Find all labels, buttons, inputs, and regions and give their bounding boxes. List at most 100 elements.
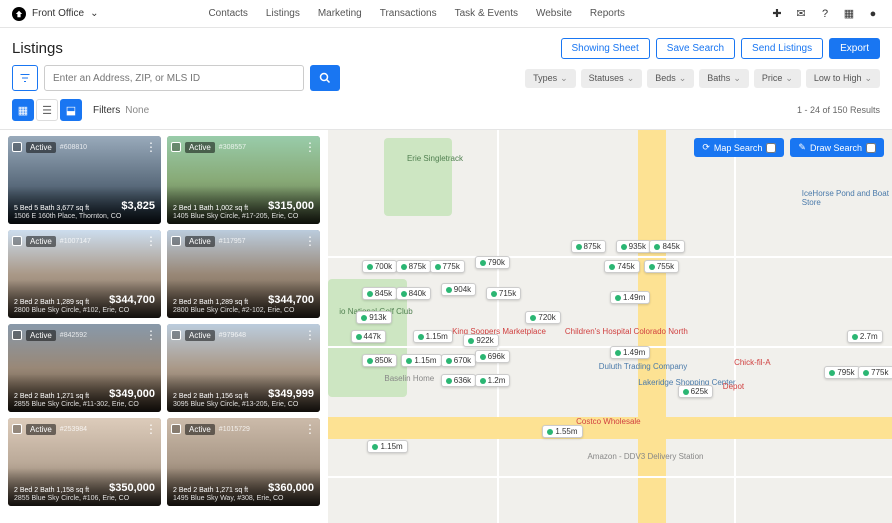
map-price-pin[interactable]: 795k	[824, 366, 859, 379]
map-price-pin[interactable]: 913k	[356, 311, 391, 324]
export-button[interactable]: Export	[829, 38, 880, 59]
map-price-pin[interactable]: 875k	[571, 240, 606, 253]
card-top: Active#117957⋮	[171, 234, 316, 248]
pill-beds[interactable]: Beds	[647, 69, 694, 88]
card-menu-icon[interactable]: ⋮	[304, 422, 316, 436]
card-checkbox[interactable]	[12, 236, 22, 246]
view-map-button[interactable]: ⬓	[60, 99, 82, 121]
draw-search-toggle[interactable]: ✎ Draw Search	[790, 138, 884, 157]
card-checkbox[interactable]	[171, 236, 181, 246]
card-menu-icon[interactable]: ⋮	[304, 328, 316, 342]
map-price-pin[interactable]: 696k	[475, 350, 510, 363]
card-menu-icon[interactable]: ⋮	[145, 140, 157, 154]
map-price-pin[interactable]: 875k	[396, 260, 431, 273]
map-price-pin[interactable]: 1.55m	[542, 425, 582, 438]
map-price-pin[interactable]: 745k	[604, 260, 639, 273]
map-price-pin[interactable]: 1.15m	[401, 354, 441, 367]
map-price-pin[interactable]: 1.49m	[610, 291, 650, 304]
listing-card[interactable]: Active#117957⋮2 Bed 2 Bath 1,289 sq ft$3…	[167, 230, 320, 318]
nav-contacts[interactable]: Contacts	[208, 8, 247, 19]
listing-card[interactable]: Active#979648⋮2 Bed 2 Bath 1,156 sq ft$3…	[167, 324, 320, 412]
pill-baths[interactable]: Baths	[699, 69, 749, 88]
nav-transactions[interactable]: Transactions	[380, 8, 437, 19]
nav-website[interactable]: Website	[536, 8, 572, 19]
showing-sheet-button[interactable]: Showing Sheet	[561, 38, 650, 59]
map-price-pin[interactable]: 2.7m	[847, 330, 883, 343]
pill-sort[interactable]: Low to High	[806, 69, 880, 88]
card-price: $3,825	[121, 200, 155, 212]
map-price-pin[interactable]: 850k	[362, 354, 397, 367]
user-icon[interactable]: ●	[866, 7, 880, 21]
map-price-pin[interactable]: 700k	[362, 260, 397, 273]
brand-selector[interactable]: Front Office ⌄	[12, 7, 98, 21]
map-price-pin[interactable]: 845k	[362, 287, 397, 300]
map-price-pin[interactable]: 775k	[858, 366, 892, 379]
listing-card[interactable]: Active#842592⋮2 Bed 2 Bath 1,271 sq ft$3…	[8, 324, 161, 412]
map-price-pin[interactable]: 845k	[649, 240, 684, 253]
draw-search-checkbox[interactable]	[866, 143, 876, 153]
save-search-button[interactable]: Save Search	[656, 38, 735, 59]
listing-card[interactable]: Active#253984⋮2 Bed 2 Bath 1,158 sq ft$3…	[8, 418, 161, 506]
card-menu-icon[interactable]: ⋮	[145, 234, 157, 248]
card-top: Active#608810⋮	[12, 140, 157, 154]
pill-price[interactable]: Price	[754, 69, 801, 88]
nav-marketing[interactable]: Marketing	[318, 8, 362, 19]
map-price-pin[interactable]: 755k	[644, 260, 679, 273]
card-id: #842592	[60, 332, 87, 339]
map-price-pin[interactable]: 670k	[441, 354, 476, 367]
listing-card[interactable]: Active#1007147⋮2 Bed 2 Bath 1,289 sq ft$…	[8, 230, 161, 318]
search-input[interactable]	[44, 65, 304, 91]
card-checkbox[interactable]	[12, 330, 22, 340]
map-price-pin[interactable]: 1.2m	[475, 374, 511, 387]
card-menu-icon[interactable]: ⋮	[145, 328, 157, 342]
apps-icon[interactable]: ▦	[842, 7, 856, 21]
map-price-pin[interactable]: 1.49m	[610, 346, 650, 359]
map-price-pin[interactable]: 922k	[463, 334, 498, 347]
listing-card[interactable]: Active#608810⋮5 Bed 5 Bath 3,677 sq ft$3…	[8, 136, 161, 224]
map-poi-label: Costco Wholesale	[576, 417, 640, 426]
map-price-pin[interactable]: 1.15m	[367, 440, 407, 453]
pill-statuses[interactable]: Statuses	[581, 69, 643, 88]
map-price-pin[interactable]: 904k	[441, 283, 476, 296]
nav-listings[interactable]: Listings	[266, 8, 300, 19]
pill-types[interactable]: Types	[525, 69, 576, 88]
listing-card[interactable]: Active#1015729⋮2 Bed 2 Bath 1,271 sq ft$…	[167, 418, 320, 506]
card-menu-icon[interactable]: ⋮	[304, 140, 316, 154]
card-checkbox[interactable]	[12, 142, 22, 152]
card-menu-icon[interactable]: ⋮	[304, 234, 316, 248]
search-button[interactable]	[310, 65, 340, 91]
map-price-pin[interactable]: 840k	[396, 287, 431, 300]
content: Active#608810⋮5 Bed 5 Bath 3,677 sq ft$3…	[0, 130, 892, 523]
map-search-toggle[interactable]: ⟳ Map Search	[694, 138, 784, 157]
map-price-pin[interactable]: 790k	[475, 256, 510, 269]
add-icon[interactable]: ✚	[770, 7, 784, 21]
filter-button[interactable]	[12, 65, 38, 91]
card-checkbox[interactable]	[171, 330, 181, 340]
filters-label: Filters	[93, 105, 120, 116]
card-checkbox[interactable]	[171, 142, 181, 152]
send-listings-button[interactable]: Send Listings	[741, 38, 823, 59]
view-list-button[interactable]: ☰	[36, 99, 58, 121]
view-grid-button[interactable]: ▦	[12, 99, 34, 121]
map-price-pin[interactable]: 636k	[441, 374, 476, 387]
card-checkbox[interactable]	[12, 424, 22, 434]
listing-card[interactable]: Active#308557⋮2 Bed 1 Bath 1,002 sq ft$3…	[167, 136, 320, 224]
card-menu-icon[interactable]: ⋮	[145, 422, 157, 436]
map-price-pin[interactable]: 447k	[351, 330, 386, 343]
cards-panel[interactable]: Active#608810⋮5 Bed 5 Bath 3,677 sq ft$3…	[0, 130, 328, 523]
map-search-checkbox[interactable]	[766, 143, 776, 153]
map-price-pin[interactable]: 775k	[430, 260, 465, 273]
mail-icon[interactable]: ✉	[794, 7, 808, 21]
nav-tasks[interactable]: Task & Events	[455, 8, 518, 19]
nav-reports[interactable]: Reports	[590, 8, 625, 19]
map-price-pin[interactable]: 715k	[486, 287, 521, 300]
map-price-pin[interactable]: 1.15m	[413, 330, 453, 343]
map-price-pin[interactable]: 625k	[678, 385, 713, 398]
card-top: Active#1007147⋮	[12, 234, 157, 248]
map-panel[interactable]: ⟳ Map Search ✎ Draw Search 700k875k775k7…	[328, 130, 892, 523]
map-price-pin[interactable]: 935k	[616, 240, 651, 253]
help-icon[interactable]: ?	[818, 7, 832, 21]
card-checkbox[interactable]	[171, 424, 181, 434]
map-price-pin[interactable]: 720k	[525, 311, 560, 324]
map-poi-label: Erie Singletrack	[407, 154, 463, 163]
